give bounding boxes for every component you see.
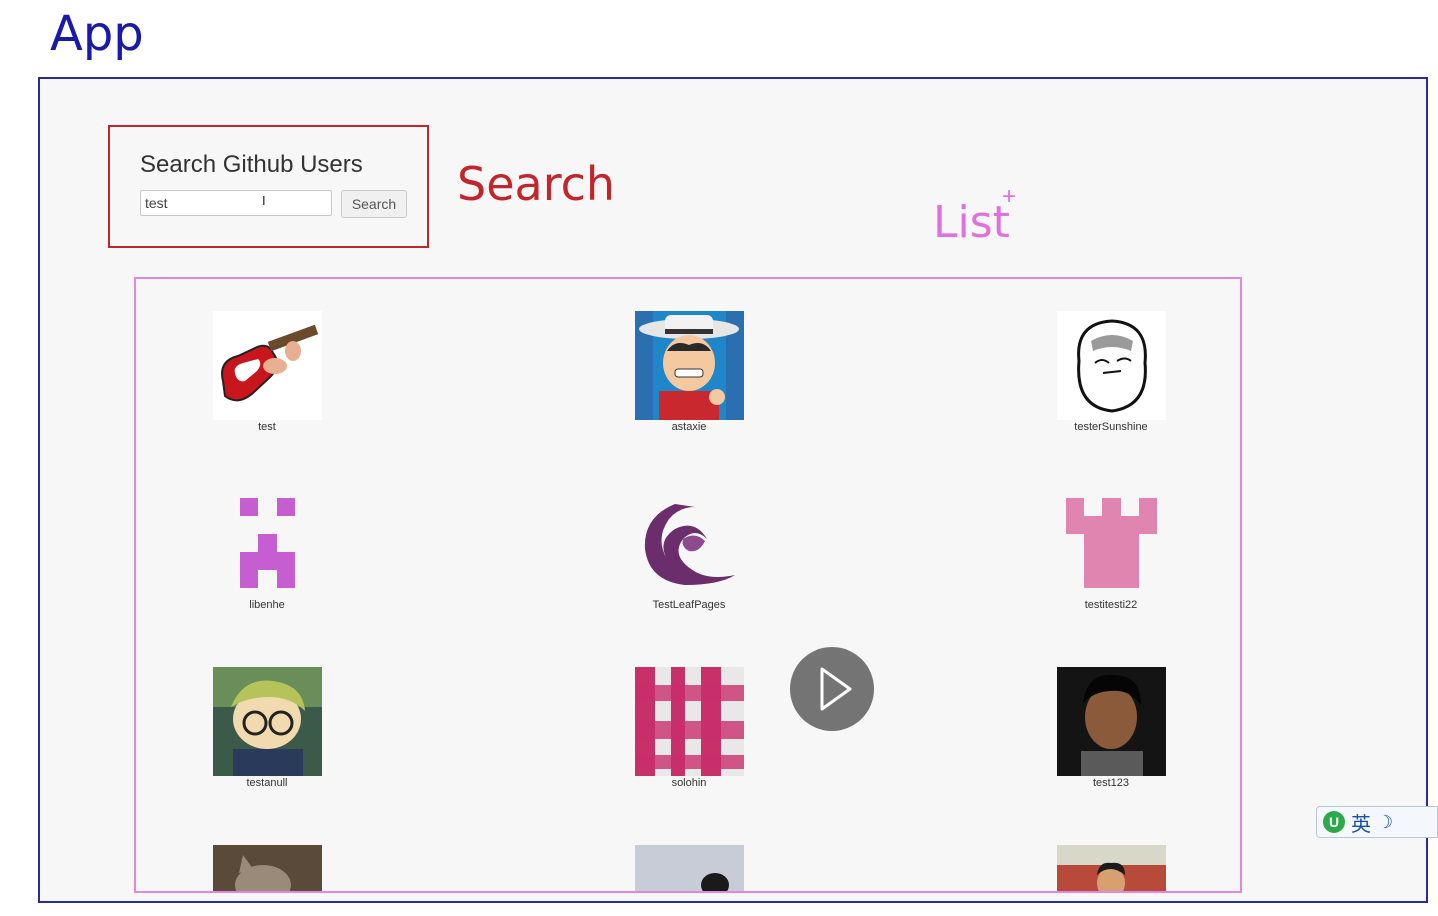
- user-card[interactable]: [1046, 845, 1176, 891]
- swirl-logo-avatar[interactable]: [634, 489, 744, 598]
- user-card[interactable]: solohin: [624, 667, 754, 789]
- user-list: test astaxie testerSunshine libenhe Test…: [134, 277, 1242, 893]
- username[interactable]: testitesti22: [1046, 599, 1176, 611]
- username[interactable]: solohin: [624, 777, 754, 789]
- meme-face-avatar[interactable]: [1056, 311, 1166, 420]
- search-button[interactable]: Search: [341, 190, 407, 218]
- user-card[interactable]: [624, 845, 754, 891]
- text-cursor-icon: I: [262, 193, 266, 208]
- user-card[interactable]: [202, 845, 332, 891]
- username[interactable]: libenhe: [202, 599, 332, 611]
- app-frame: Search Github Users I Search Search List…: [38, 77, 1428, 903]
- username[interactable]: test123: [1046, 777, 1176, 789]
- anime-glasses-avatar[interactable]: [212, 667, 322, 776]
- app-annotation-label: App: [50, 6, 144, 62]
- user-card[interactable]: test123: [1046, 667, 1176, 789]
- username[interactable]: TestLeafPages: [624, 599, 754, 611]
- ime-logo-icon[interactable]: U: [1323, 811, 1345, 833]
- search-annotation-label: Search: [457, 157, 616, 211]
- ime-language-toggle[interactable]: 英: [1351, 808, 1371, 837]
- search-input[interactable]: [140, 190, 332, 216]
- search-section: Search Github Users I Search: [108, 125, 429, 248]
- play-icon: [820, 667, 852, 711]
- cat-photo-avatar[interactable]: [212, 845, 322, 891]
- username[interactable]: testanull: [202, 777, 332, 789]
- list-plus-mark: +: [1002, 183, 1017, 210]
- user-card[interactable]: test: [202, 311, 332, 433]
- cowboy-cartoon-avatar[interactable]: [634, 311, 744, 420]
- username[interactable]: test: [202, 421, 332, 433]
- moon-icon[interactable]: ☽: [1377, 812, 1393, 833]
- person-photo-avatar[interactable]: [1056, 845, 1166, 891]
- user-card[interactable]: TestLeafPages: [624, 489, 754, 611]
- user-card[interactable]: testerSunshine: [1046, 311, 1176, 433]
- pixel-identicon-purple[interactable]: [212, 489, 322, 598]
- list-annotation-label: List: [933, 197, 1010, 248]
- plaid-fabric-avatar[interactable]: [634, 667, 744, 776]
- pixel-identicon-pink[interactable]: [1056, 489, 1166, 598]
- guitar-avatar[interactable]: [212, 311, 322, 420]
- username[interactable]: astaxie: [624, 421, 754, 433]
- video-play-button[interactable]: [790, 647, 874, 731]
- user-card[interactable]: libenhe: [202, 489, 332, 611]
- input-method-toolbar[interactable]: U 英 ☽: [1316, 806, 1438, 838]
- user-card[interactable]: testitesti22: [1046, 489, 1176, 611]
- user-card[interactable]: testanull: [202, 667, 332, 789]
- username[interactable]: testerSunshine: [1046, 421, 1176, 433]
- search-title: Search Github Users: [140, 151, 363, 178]
- person-photo-avatar[interactable]: [1056, 667, 1166, 776]
- user-card[interactable]: astaxie: [624, 311, 754, 433]
- partial-photo-avatar[interactable]: [634, 845, 744, 891]
